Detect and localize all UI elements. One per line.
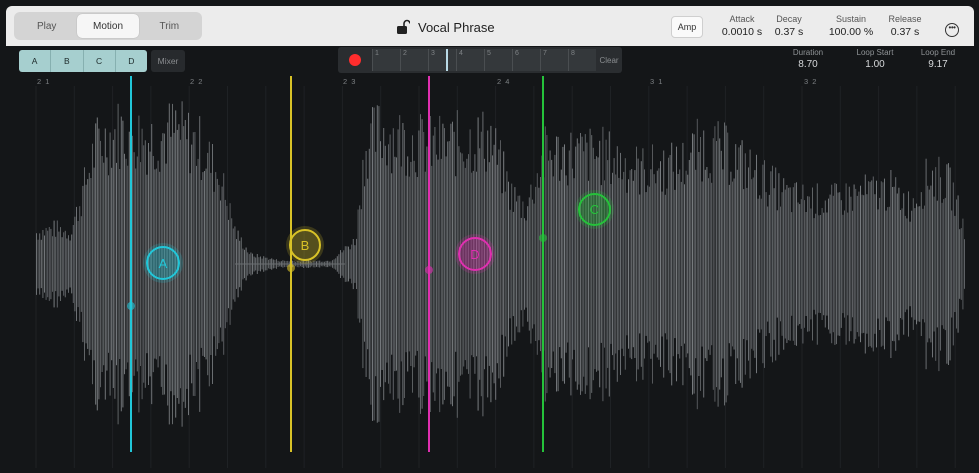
- sample-editor: Play Motion Trim Vocal Phrase Amp Attack…: [0, 0, 979, 473]
- recorder-timeline[interactable]: 1 2 3 4 5 6 7 8: [372, 49, 596, 71]
- handle-c-label: C: [589, 202, 600, 217]
- handle-d-label: D: [470, 246, 480, 262]
- duration-info: Duration 8.70: [786, 48, 830, 72]
- sustain-value: 100.00 %: [828, 26, 874, 38]
- sustain-label: Sustain: [835, 14, 867, 24]
- recorder-step-number: 2: [403, 50, 407, 57]
- marker-b-dot: [287, 264, 295, 272]
- recorder-step-number: 4: [459, 50, 463, 57]
- marker-c-dot: [539, 234, 547, 242]
- duration-value: 8.70: [798, 59, 818, 70]
- release-param[interactable]: Release 0.37 s: [884, 14, 926, 39]
- sample-title: Vocal Phrase: [418, 19, 495, 35]
- loop-start-value: 1.00: [865, 59, 885, 70]
- marker-buttons: A B C D: [19, 50, 147, 72]
- ruler-label: 2 1: [37, 77, 51, 86]
- marker-a-button[interactable]: A: [19, 50, 52, 72]
- recorder-step-tick: [568, 49, 569, 71]
- mode-motion-button[interactable]: Motion: [77, 14, 139, 38]
- release-value: 0.37 s: [890, 26, 920, 38]
- loop-start-info[interactable]: Loop Start 1.00: [848, 48, 902, 72]
- title-area: Vocal Phrase: [396, 17, 495, 37]
- handle-a-label: A: [158, 255, 168, 271]
- handle-b-label: B: [300, 237, 310, 253]
- motion-recorder: 1 2 3 4 5 6 7 8 Clear: [338, 47, 622, 73]
- recorder-step-number: 1: [375, 50, 379, 57]
- recorder-step-tick: [540, 49, 541, 71]
- waveform-display[interactable]: [0, 72, 979, 473]
- record-button[interactable]: [349, 54, 361, 66]
- marker-d-button[interactable]: D: [116, 50, 147, 72]
- recorder-step-tick: [372, 49, 373, 71]
- duration-label: Duration: [792, 48, 824, 57]
- mode-selector: Play Motion Trim: [14, 12, 202, 40]
- recorder-step-tick: [484, 49, 485, 71]
- decay-param[interactable]: Decay 0.37 s: [771, 14, 807, 39]
- marker-c-button[interactable]: C: [84, 50, 116, 72]
- loop-end-value: 9.17: [928, 59, 948, 70]
- recorder-step-tick: [400, 49, 401, 71]
- marker-a-dot: [127, 302, 135, 310]
- handle-a[interactable]: A: [146, 246, 180, 280]
- handle-d[interactable]: D: [458, 237, 492, 271]
- attack-label: Attack: [729, 14, 755, 24]
- ruler-label: 3 1: [650, 77, 664, 86]
- recorder-step-number: 7: [543, 50, 547, 57]
- sustain-param[interactable]: Sustain 100.00 %: [822, 14, 880, 39]
- attack-param[interactable]: Attack 0.0010 s: [714, 14, 770, 39]
- decay-value: 0.37 s: [774, 26, 804, 38]
- ruler-label: 2 2: [190, 77, 204, 86]
- marker-d-dot: [425, 266, 433, 274]
- recorder-step-tick: [428, 49, 429, 71]
- amp-button[interactable]: Amp: [671, 16, 703, 38]
- ruler-label: 2 3: [343, 77, 357, 86]
- loop-end-label: Loop End: [920, 48, 956, 57]
- mode-trim-button[interactable]: Trim: [139, 14, 200, 38]
- unlock-icon[interactable]: [396, 19, 410, 35]
- release-label: Release: [888, 14, 922, 24]
- recorder-step-number: 8: [571, 50, 575, 57]
- clear-button[interactable]: Clear: [597, 47, 621, 73]
- top-bar: Play Motion Trim Vocal Phrase Amp Attack…: [6, 6, 974, 46]
- mixer-button[interactable]: Mixer: [151, 50, 185, 72]
- recorder-step-tick: [456, 49, 457, 71]
- decay-label: Decay: [776, 14, 802, 24]
- more-options-icon[interactable]: •••: [945, 23, 959, 37]
- recorder-step-number: 3: [431, 50, 435, 57]
- handle-b[interactable]: B: [289, 229, 321, 261]
- recorder-step-tick: [512, 49, 513, 71]
- handle-c[interactable]: C: [578, 193, 611, 226]
- loop-end-info[interactable]: Loop End 9.17: [914, 48, 962, 72]
- loop-start-label: Loop Start: [856, 48, 894, 57]
- recorder-step-number: 5: [487, 50, 491, 57]
- recorder-playhead[interactable]: [446, 49, 448, 71]
- marker-b-button[interactable]: B: [51, 50, 84, 72]
- mode-play-button[interactable]: Play: [16, 14, 77, 38]
- ruler-label: 3 2: [804, 77, 818, 86]
- ruler-label: 2 4: [497, 77, 511, 86]
- attack-value: 0.0010 s: [721, 26, 763, 38]
- recorder-step-number: 6: [515, 50, 519, 57]
